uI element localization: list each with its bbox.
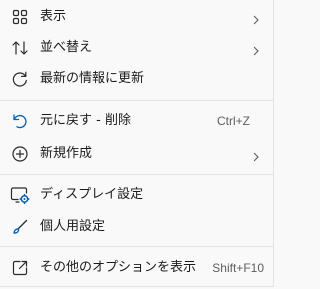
menu-item-sort[interactable]: 並べ替え bbox=[4, 33, 270, 63]
menu-separator bbox=[0, 174, 274, 175]
menu-item-show-more-options[interactable]: その他のオプションを表示 Shift+F10 bbox=[4, 253, 270, 283]
shortcut-label: Shift+F10 bbox=[212, 261, 264, 275]
menu-item-label: 個人用設定 bbox=[40, 219, 106, 234]
refresh-icon bbox=[10, 69, 30, 89]
menu-item-label: 新規作成 bbox=[40, 146, 93, 161]
menu-item-label: ディスプレイ設定 bbox=[40, 187, 144, 202]
menu-item-new[interactable]: 新規作成 bbox=[4, 139, 270, 169]
menu-item-view[interactable]: 表示 bbox=[4, 2, 270, 32]
sort-icon bbox=[10, 38, 30, 58]
context-menu: 表示 並べ替え 最新の情報に更新 元に戻す - 削除 Ctrl+Z 新規作成 デ… bbox=[0, 0, 274, 287]
menu-item-label: 並べ替え bbox=[40, 40, 93, 55]
menu-item-refresh[interactable]: 最新の情報に更新 bbox=[4, 64, 270, 94]
add-circle-icon bbox=[10, 144, 30, 164]
chevron-right-icon bbox=[250, 148, 262, 162]
menu-item-label: 最新の情報に更新 bbox=[40, 71, 145, 86]
menu-separator bbox=[0, 100, 274, 101]
open-external-icon bbox=[10, 258, 30, 278]
menu-item-label: その他のオプションを表示 bbox=[40, 260, 197, 275]
menu-separator bbox=[0, 246, 274, 247]
menu-item-undo[interactable]: 元に戻す - 削除 Ctrl+Z bbox=[4, 106, 270, 136]
menu-item-label: 元に戻す - 削除 bbox=[40, 113, 131, 128]
display-settings-icon bbox=[10, 185, 30, 205]
chevron-right-icon bbox=[250, 11, 262, 25]
undo-icon bbox=[10, 111, 30, 131]
chevron-right-icon bbox=[250, 42, 262, 56]
menu-item-display-settings[interactable]: ディスプレイ設定 bbox=[4, 180, 270, 210]
menu-item-label: 表示 bbox=[40, 9, 67, 24]
shortcut-label: Ctrl+Z bbox=[217, 114, 250, 128]
grid-view-icon bbox=[10, 7, 30, 27]
menu-item-personalize[interactable]: 個人用設定 bbox=[4, 212, 270, 242]
brush-icon bbox=[10, 217, 30, 237]
